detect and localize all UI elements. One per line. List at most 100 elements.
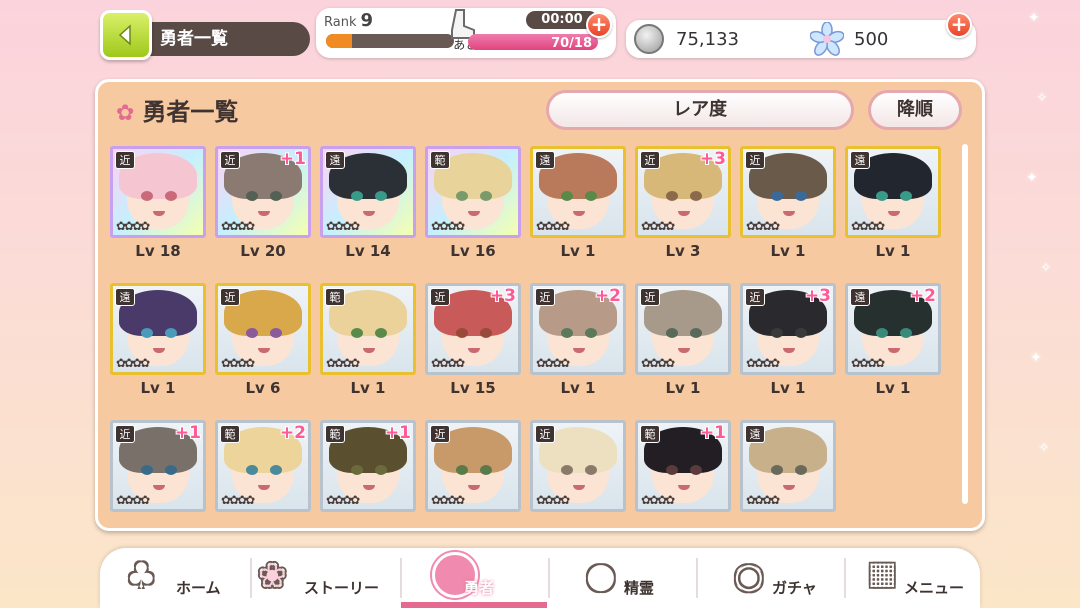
sort-key-button[interactable]: レア度 bbox=[546, 90, 854, 130]
nav-gacha[interactable]: ◉ ガチャ bbox=[700, 548, 840, 608]
hero-card[interactable]: ✿✿✿✿ 遠 +2 Lv 1 bbox=[845, 283, 941, 407]
scrollbar[interactable] bbox=[962, 144, 968, 504]
rarity-flowers-icon: ✿✿✿✿ bbox=[221, 356, 255, 370]
hero-portrait: ✿✿✿✿ 近 bbox=[110, 146, 206, 238]
hero-card[interactable]: ✿✿✿✿ 近 bbox=[425, 420, 521, 524]
hero-portrait: ✿✿✿✿ 近 bbox=[215, 283, 311, 375]
hero-card[interactable]: ✿✿✿✿ 近 Lv 1 bbox=[635, 283, 731, 407]
rarity-flowers-icon: ✿✿✿✿ bbox=[746, 219, 780, 233]
hero-eye bbox=[270, 465, 282, 475]
back-button[interactable] bbox=[100, 10, 152, 60]
hero-level: Lv 14 bbox=[345, 242, 391, 260]
hero-card[interactable]: ✿✿✿✿ 近 +3 Lv 15 bbox=[425, 283, 521, 407]
rarity-flowers-icon: ✿✿✿✿ bbox=[536, 356, 570, 370]
hero-eye bbox=[456, 465, 468, 475]
hero-eye bbox=[666, 328, 678, 338]
rarity-flowers-icon: ✿✿✿✿ bbox=[221, 219, 255, 233]
hero-eye bbox=[246, 328, 258, 338]
attack-type-badge: 遠 bbox=[535, 151, 555, 169]
hero-portrait: ✿✿✿✿ 近 +3 bbox=[425, 283, 521, 375]
limit-break-badge: +3 bbox=[804, 286, 831, 306]
hero-portrait: ✿✿✿✿ 範 +1 bbox=[635, 420, 731, 512]
sort-order-button[interactable]: 降順 bbox=[868, 90, 962, 130]
sakura-icon: ✿ bbox=[116, 101, 135, 126]
back-arrow-icon bbox=[118, 24, 131, 46]
hero-list-panel: ✿ 勇者一覧 レア度 降順 ✿✿✿✿ 近 Lv 18 ✿✿✿✿ 近 +1 Lv 20 ✿✿✿✿ 遠… bbox=[95, 79, 985, 531]
hero-eye bbox=[351, 328, 363, 338]
limit-break-badge: +2 bbox=[909, 286, 936, 306]
sparkle-decoration: ✦ ✧ ✦ ✧ ✦ ✧ bbox=[1026, 10, 1052, 456]
hero-card[interactable]: ✿✿✿✿ 範 +2 bbox=[215, 420, 311, 524]
hero-eye bbox=[375, 328, 387, 338]
hero-eye bbox=[585, 465, 597, 475]
rarity-flowers-icon: ✿✿✿✿ bbox=[536, 493, 570, 507]
hero-card[interactable]: ✿✿✿✿ 近 +3 Lv 3 bbox=[635, 146, 731, 270]
hero-card[interactable]: ✿✿✿✿ 範 Lv 16 bbox=[425, 146, 521, 270]
rank-value: 9 bbox=[360, 10, 374, 31]
hero-card[interactable]: ✿✿✿✿ 近 Lv 18 bbox=[110, 146, 206, 270]
character-icon: ❀ bbox=[258, 556, 287, 596]
hero-card[interactable]: ✿✿✿✿ 範 Lv 1 bbox=[320, 283, 416, 407]
hero-card[interactable]: ✿✿✿✿ 近 +1 bbox=[110, 420, 206, 524]
hero-eye bbox=[771, 328, 783, 338]
attack-type-badge: 範 bbox=[325, 288, 345, 306]
hero-card[interactable]: ✿✿✿✿ 遠 Lv 14 bbox=[320, 146, 416, 270]
hero-eye bbox=[351, 191, 363, 201]
nav-seirei[interactable]: ● 精霊 bbox=[552, 548, 692, 608]
attack-type-badge: 近 bbox=[115, 425, 135, 443]
attack-type-badge: 範 bbox=[430, 151, 450, 169]
rarity-flowers-icon: ✿✿✿✿ bbox=[851, 356, 885, 370]
hero-eye bbox=[561, 465, 573, 475]
hero-level: Lv 16 bbox=[450, 242, 496, 260]
gem-plus-button[interactable]: + bbox=[946, 12, 972, 38]
rarity-flowers-icon: ✿✿✿✿ bbox=[536, 219, 570, 233]
hero-card[interactable]: ✿✿✿✿ 遠 Lv 1 bbox=[530, 146, 626, 270]
stamina-plus-button[interactable]: + bbox=[586, 12, 612, 38]
rarity-flowers-icon: ✿✿✿✿ bbox=[851, 219, 885, 233]
nav-story[interactable]: ❀ ストーリー bbox=[258, 548, 398, 608]
hero-portrait: ✿✿✿✿ 近 bbox=[635, 283, 731, 375]
attack-type-badge: 近 bbox=[535, 425, 555, 443]
hero-card[interactable]: ✿✿✿✿ 範 +1 bbox=[320, 420, 416, 524]
hero-eye bbox=[795, 465, 807, 475]
rarity-flowers-icon: ✿✿✿✿ bbox=[326, 219, 360, 233]
bottom-nav: ♣ ホーム ❀ ストーリー 勇者 ● 精霊 ◉ ガチャ ▦ メニュー bbox=[100, 548, 980, 608]
hero-portrait: ✿✿✿✿ 遠 +2 bbox=[845, 283, 941, 375]
hero-card[interactable]: ✿✿✿✿ 遠 Lv 1 bbox=[110, 283, 206, 407]
hero-card[interactable]: ✿✿✿✿ 範 +1 bbox=[635, 420, 731, 524]
attack-type-badge: 近 bbox=[640, 288, 660, 306]
hero-eye bbox=[165, 465, 177, 475]
rank-label: Rank 9 bbox=[324, 10, 374, 31]
hero-level: Lv 6 bbox=[245, 379, 281, 397]
rarity-flowers-icon: ✿✿✿✿ bbox=[641, 219, 675, 233]
hero-level: Lv 1 bbox=[770, 379, 806, 397]
hero-eye bbox=[690, 328, 702, 338]
attack-type-badge: 近 bbox=[640, 151, 660, 169]
hero-card[interactable]: ✿✿✿✿ 近 +2 Lv 1 bbox=[530, 283, 626, 407]
hero-eye bbox=[585, 328, 597, 338]
hero-level: Lv 1 bbox=[770, 242, 806, 260]
hero-eye bbox=[480, 191, 492, 201]
hero-card[interactable]: ✿✿✿✿ 近 +1 Lv 20 bbox=[215, 146, 311, 270]
nav-divider bbox=[696, 558, 698, 598]
nav-menu[interactable]: ▦ メニュー bbox=[848, 548, 978, 608]
hero-card[interactable]: ✿✿✿✿ 近 Lv 1 bbox=[740, 146, 836, 270]
nav-divider bbox=[548, 558, 550, 598]
gacha-medal-icon: ◉ bbox=[734, 556, 764, 596]
hero-eye bbox=[456, 328, 468, 338]
nav-yusha[interactable]: 勇者 bbox=[402, 548, 547, 608]
hero-card[interactable]: ✿✿✿✿ 遠 bbox=[740, 420, 836, 524]
nav-home[interactable]: ♣ ホーム bbox=[120, 548, 240, 608]
hero-eye bbox=[690, 465, 702, 475]
hero-eye bbox=[666, 191, 678, 201]
hero-eye bbox=[900, 328, 912, 338]
hero-level: Lv 1 bbox=[875, 379, 911, 397]
hero-card[interactable]: ✿✿✿✿ 近 +3 Lv 1 bbox=[740, 283, 836, 407]
hero-card[interactable]: ✿✿✿✿ 遠 Lv 1 bbox=[845, 146, 941, 270]
screen-title: 勇者一覧 bbox=[138, 22, 310, 56]
limit-break-badge: +1 bbox=[384, 423, 411, 443]
rarity-flowers-icon: ✿✿✿✿ bbox=[431, 356, 465, 370]
hero-card[interactable]: ✿✿✿✿ 近 bbox=[530, 420, 626, 524]
hero-eye bbox=[375, 465, 387, 475]
hero-card[interactable]: ✿✿✿✿ 近 Lv 6 bbox=[215, 283, 311, 407]
